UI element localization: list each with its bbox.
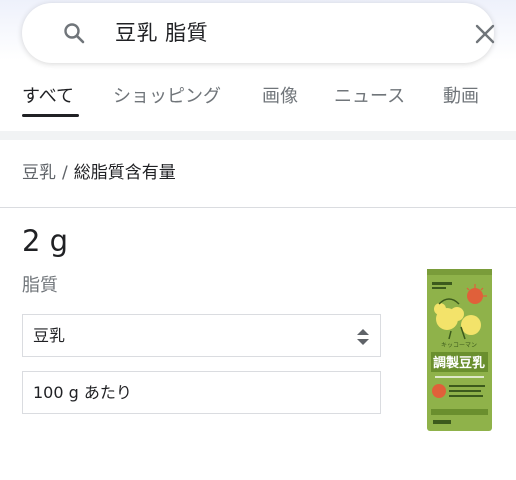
section-divider [0, 131, 516, 140]
breadcrumb-attribute: 総脂質含有量 [73, 163, 176, 183]
breadcrumb-item[interactable]: 豆乳 [22, 163, 56, 183]
active-tab-indicator [22, 114, 79, 117]
nutrient-label: 脂質 [22, 275, 58, 296]
search-input[interactable]: 豆乳 脂質 [115, 18, 208, 48]
divider [0, 207, 516, 208]
food-select[interactable]: 豆乳 [22, 314, 381, 357]
tab-images[interactable]: 画像 [262, 82, 298, 112]
soy-milk-carton-image: キッコーマン 調製豆乳 [427, 269, 492, 431]
product-name-text: 調製豆乳 [433, 355, 485, 371]
nutrition-value: 2 g [22, 224, 69, 258]
tab-videos[interactable]: 動画 [443, 82, 479, 112]
tab-all[interactable]: すべて [22, 82, 74, 112]
search-icon[interactable] [62, 21, 86, 45]
tab-news[interactable]: ニュース [334, 82, 405, 112]
chevron-up-down-icon [357, 329, 369, 345]
close-icon[interactable] [474, 23, 496, 45]
breadcrumb: 豆乳 / 総脂質含有量 [22, 160, 176, 186]
product-brand-text: キッコーマン [441, 342, 477, 349]
serving-size-field[interactable]: 100 g あたり [22, 371, 381, 414]
serving-size-value: 100 g あたり [33, 383, 132, 402]
tab-shopping[interactable]: ショッピング [113, 82, 221, 112]
food-select-value: 豆乳 [33, 326, 66, 345]
search-bar[interactable]: 豆乳 脂質 [22, 3, 496, 63]
breadcrumb-separator: / [62, 163, 68, 183]
